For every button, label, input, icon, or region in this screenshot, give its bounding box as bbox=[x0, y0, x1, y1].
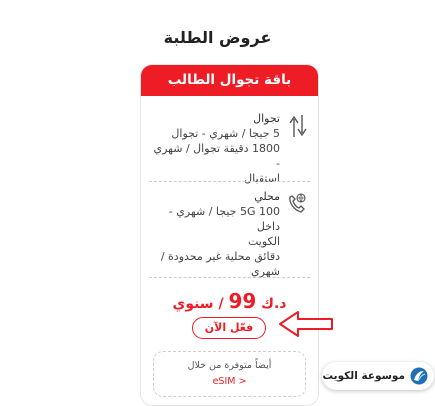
feature-local: محلي 100 5G جيجا / شهري - داخل الكويت دق… bbox=[151, 189, 306, 279]
plan-card: باقة تجوال الطالب تجوال 5 جيجا / شهري - … bbox=[140, 64, 319, 406]
feature-line: الكويت bbox=[247, 235, 280, 248]
feature-roaming: تجوال 5 جيجا / شهري - تجوال 1800 دقيقة ت… bbox=[151, 111, 308, 186]
also-available-text: أيضاً متوفرة من خلال bbox=[187, 360, 272, 371]
divider bbox=[149, 181, 310, 182]
feature-line: 1800 دقيقة تجوال / شهري - bbox=[153, 142, 281, 170]
esim-link[interactable]: < eSIM bbox=[154, 376, 305, 387]
watermark-badge: موسوعة الكويت bbox=[322, 362, 434, 390]
plan-card-header: باقة تجوال الطالب bbox=[141, 65, 318, 96]
feature-title: تجوال bbox=[253, 112, 280, 125]
feature-line: استقبال bbox=[244, 172, 280, 185]
page-title: عروض الطلبة bbox=[163, 28, 272, 47]
local-phone-icon bbox=[288, 191, 308, 217]
activate-now-button[interactable]: فعّل الآن bbox=[192, 317, 266, 339]
feature-line: دقائق محلية غير محدودة / bbox=[160, 250, 280, 263]
feature-line: 100 5G جيجا / شهري - داخل bbox=[168, 205, 280, 233]
roaming-arrows-icon bbox=[288, 113, 308, 139]
also-available-box: أيضاً متوفرة من خلال < eSIM bbox=[153, 351, 306, 397]
price-period: / سنوي bbox=[172, 296, 224, 312]
divider bbox=[149, 277, 310, 278]
feature-title: محلي bbox=[254, 190, 280, 203]
feature-line: 5 جيجا / شهري - تجوال bbox=[171, 127, 280, 140]
site-logo-icon bbox=[410, 367, 428, 385]
price-amount: 99 bbox=[228, 289, 257, 313]
watermark-text: موسوعة الكويت bbox=[322, 370, 405, 382]
pointer-arrow-icon bbox=[279, 311, 333, 337]
